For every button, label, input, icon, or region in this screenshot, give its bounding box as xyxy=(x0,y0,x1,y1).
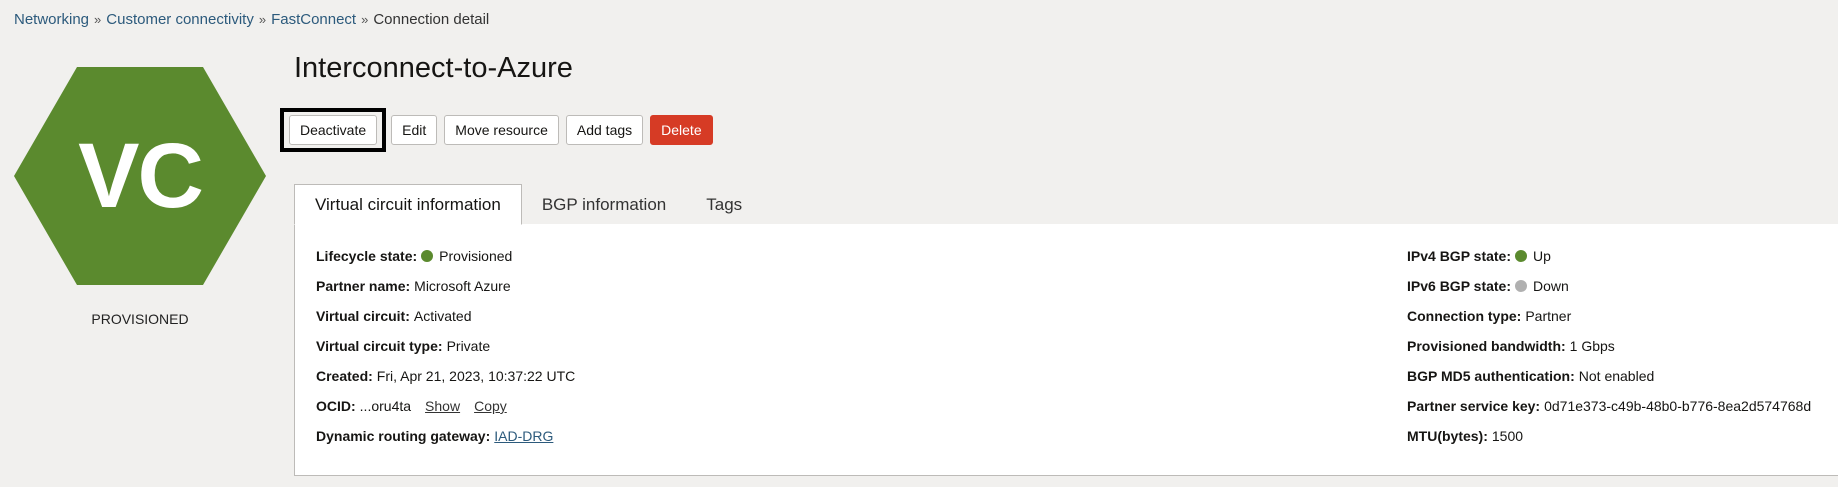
move-resource-button[interactable]: Move resource xyxy=(444,115,559,145)
field-value: Up xyxy=(1533,248,1551,264)
bgp-md5-row: BGP MD5 authentication: Not enabled xyxy=(1407,361,1811,391)
breadcrumb-separator: » xyxy=(94,12,102,27)
field-label: MTU(bytes): xyxy=(1407,428,1488,444)
field-label: Virtual circuit type: xyxy=(316,338,443,354)
breadcrumb: Networking » Customer connectivity » Fas… xyxy=(14,11,489,28)
field-value: Provisioned xyxy=(439,248,513,264)
field-value: 0d71e373-c49b-48b0-b776-8ea2d574768d xyxy=(1544,398,1812,414)
drg-link[interactable]: IAD-DRG xyxy=(494,428,553,444)
ocid-copy-link[interactable]: Copy xyxy=(474,398,507,414)
status-dot-icon xyxy=(1515,250,1528,262)
focus-ring: Deactivate xyxy=(280,108,387,152)
field-value: Private xyxy=(446,338,491,354)
ocid-show-link[interactable]: Show xyxy=(425,398,460,414)
mtu-row: MTU(bytes): 1500 xyxy=(1407,421,1811,451)
ocid-row: OCID: ...oru4ta Show Copy xyxy=(316,391,575,421)
created-row: Created: Fri, Apr 21, 2023, 10:37:22 UTC xyxy=(316,361,575,391)
info-panel: Lifecycle state: Provisioned Partner nam… xyxy=(294,224,1838,476)
field-label: Connection type: xyxy=(1407,308,1522,324)
field-label: IPv4 BGP state: xyxy=(1407,248,1512,264)
field-value: ...oru4ta xyxy=(359,398,412,414)
breadcrumb-fastconnect[interactable]: FastConnect xyxy=(271,11,356,28)
virtual-circuit-row: Virtual circuit: Activated xyxy=(316,301,575,331)
partner-name-row: Partner name: Microsoft Azure xyxy=(316,271,575,301)
status-dot-icon xyxy=(1515,280,1528,292)
field-label: Created: xyxy=(316,368,373,384)
field-label: IPv6 BGP state: xyxy=(1407,278,1512,294)
action-toolbar: Deactivate Edit Move resource Add tags D… xyxy=(280,108,720,152)
resource-hexagon-icon: VC xyxy=(14,67,266,285)
field-value: Down xyxy=(1533,278,1569,294)
resource-icon-text: VC xyxy=(78,124,204,227)
field-value: 1 Gbps xyxy=(1569,338,1615,354)
connection-type-row: Connection type: Partner xyxy=(1407,301,1811,331)
status-dot-icon xyxy=(421,250,434,262)
ipv4-bgp-state-row: IPv4 BGP state: Up xyxy=(1407,241,1811,271)
field-value: Partner xyxy=(1525,308,1572,324)
tab-virtual-circuit-information[interactable]: Virtual circuit information xyxy=(294,184,522,225)
drg-row: Dynamic routing gateway: IAD-DRG xyxy=(316,421,575,451)
tab-tags[interactable]: Tags xyxy=(686,185,762,225)
add-tags-button[interactable]: Add tags xyxy=(565,115,644,145)
field-label: Partner name: xyxy=(316,278,411,294)
info-column-right: IPv4 BGP state: Up IPv6 BGP state: Down … xyxy=(1407,241,1811,451)
partner-service-key-row: Partner service key: 0d71e373-c49b-48b0-… xyxy=(1407,391,1811,421)
field-label: Partner service key: xyxy=(1407,398,1541,414)
breadcrumb-separator: » xyxy=(361,12,369,27)
field-label: OCID: xyxy=(316,398,356,414)
field-label: Dynamic routing gateway: xyxy=(316,428,491,444)
breadcrumb-networking[interactable]: Networking xyxy=(14,11,89,28)
field-value: 1500 xyxy=(1491,428,1524,444)
lifecycle-state-row: Lifecycle state: Provisioned xyxy=(316,241,575,271)
field-label: BGP MD5 authentication: xyxy=(1407,368,1575,384)
resource-status: PROVISIONED xyxy=(91,311,189,327)
ipv6-bgp-state-row: IPv6 BGP state: Down xyxy=(1407,271,1811,301)
field-value: Fri, Apr 21, 2023, 10:37:22 UTC xyxy=(376,368,576,384)
deactivate-button[interactable]: Deactivate xyxy=(289,115,378,145)
edit-button[interactable]: Edit xyxy=(391,115,438,145)
field-value: Microsoft Azure xyxy=(414,278,511,294)
field-value: Not enabled xyxy=(1578,368,1655,384)
field-value: Activated xyxy=(413,308,472,324)
page-title: Interconnect-to-Azure xyxy=(294,52,573,84)
field-label: Virtual circuit: xyxy=(316,308,410,324)
field-label: Provisioned bandwidth: xyxy=(1407,338,1566,354)
virtual-circuit-type-row: Virtual circuit type: Private xyxy=(316,331,575,361)
detail-tabs: Virtual circuit information BGP informat… xyxy=(294,184,1838,225)
tab-bgp-information[interactable]: BGP information xyxy=(522,185,686,225)
info-column-left: Lifecycle state: Provisioned Partner nam… xyxy=(316,241,575,451)
delete-button[interactable]: Delete xyxy=(650,115,713,145)
breadcrumb-current: Connection detail xyxy=(373,11,490,28)
field-label: Lifecycle state: xyxy=(316,248,418,264)
provisioned-bandwidth-row: Provisioned bandwidth: 1 Gbps xyxy=(1407,331,1811,361)
breadcrumb-separator: » xyxy=(258,12,267,27)
breadcrumb-customer-connectivity[interactable]: Customer connectivity xyxy=(106,11,254,28)
